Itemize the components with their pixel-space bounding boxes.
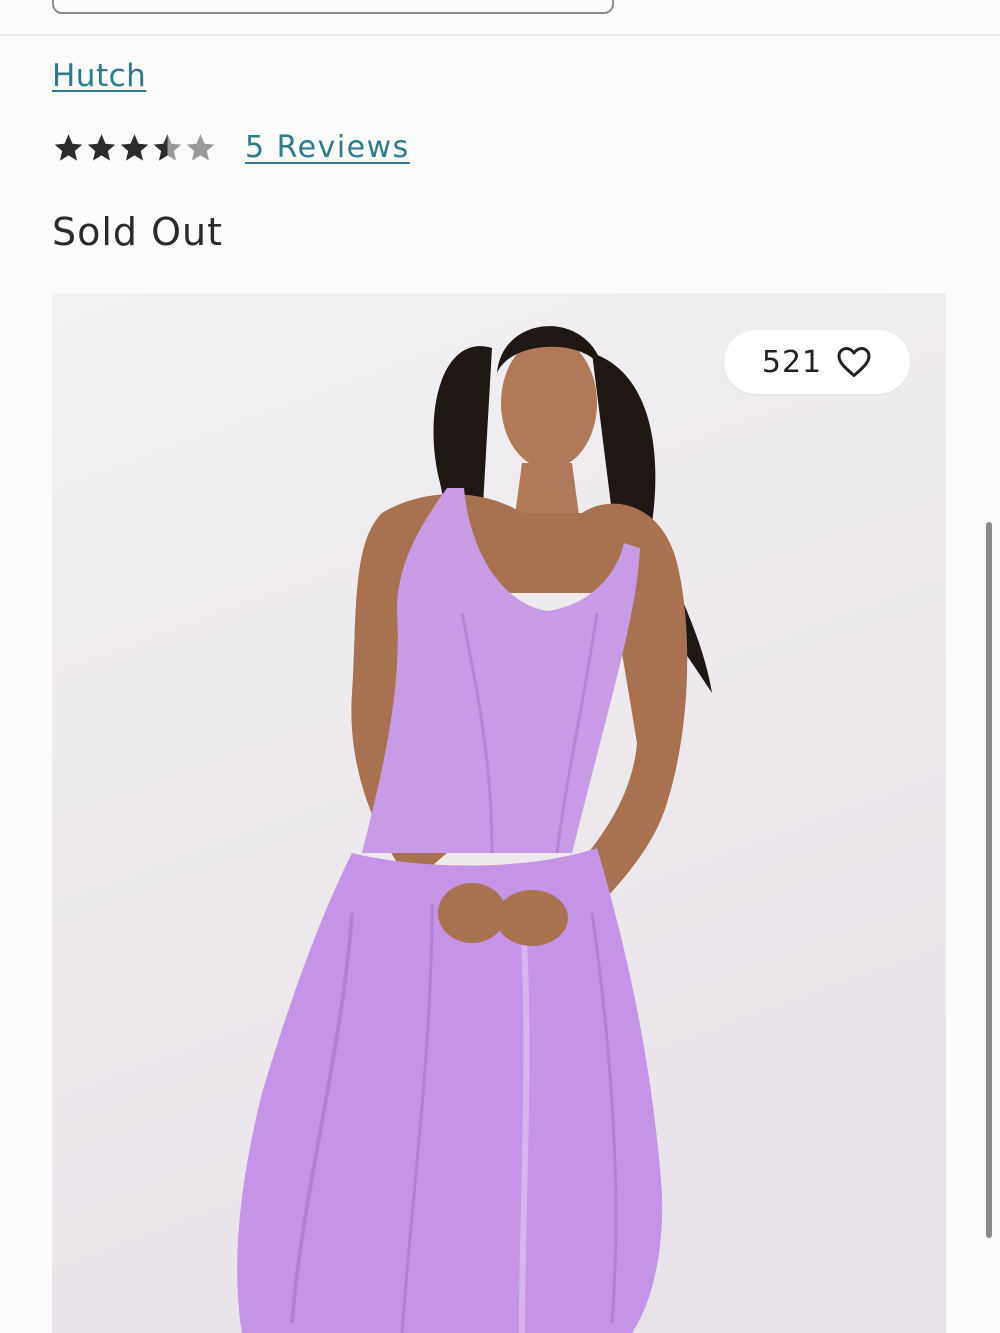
star-icon (120, 133, 149, 161)
star-icon (87, 133, 116, 161)
product-photo[interactable] (52, 293, 946, 1333)
star-rating (52, 131, 217, 165)
reviews-link[interactable]: 5 Reviews (245, 130, 410, 165)
like-button[interactable]: 521 (724, 330, 910, 394)
heart-icon (837, 347, 871, 377)
search-field-partial[interactable] (52, 0, 614, 14)
like-count: 521 (761, 344, 823, 380)
brand-link[interactable]: Hutch (52, 58, 146, 94)
rating-row: 5 Reviews (52, 130, 410, 165)
divider (0, 34, 1000, 36)
availability-status: Sold Out (52, 210, 224, 254)
scrollbar[interactable] (986, 522, 992, 1238)
empty-star-icon (186, 133, 215, 161)
product-photo-illustration (237, 326, 712, 1333)
star-icon (54, 133, 83, 161)
half-star-icon (153, 133, 182, 161)
